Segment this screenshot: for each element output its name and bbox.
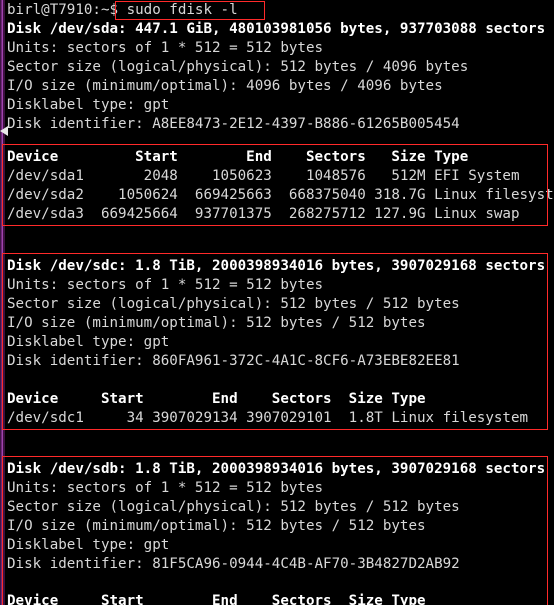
sdb-identifier: Disk identifier: 81F5CA96-0944-4C4B-AF70… bbox=[7, 556, 460, 572]
sdc-disk-header: Disk /dev/sdc: 1.8 TiB, 2000398934016 by… bbox=[7, 258, 546, 274]
sdb-io-size: I/O size (minimum/optimal): 512 bytes / … bbox=[7, 518, 426, 534]
sda-identifier: Disk identifier: A8EE8473-2E12-4397-B886… bbox=[7, 116, 460, 132]
sdc-io-size: I/O size (minimum/optimal): 512 bytes / … bbox=[7, 315, 426, 331]
sdc-disklabel: Disklabel type: gpt bbox=[7, 334, 170, 350]
command-text bbox=[118, 2, 127, 18]
sda-sector-size: Sector size (logical/physical): 512 byte… bbox=[7, 59, 469, 75]
sda-disk-header: Disk /dev/sda: 447.1 GiB, 480103981056 b… bbox=[7, 21, 546, 37]
sda-units: Units: sectors of 1 * 512 = 512 bytes bbox=[7, 40, 324, 56]
window-left-edge-inner bbox=[3, 0, 5, 605]
sdc-sector-size: Sector size (logical/physical): 512 byte… bbox=[7, 296, 460, 312]
sdb-disk-header: Disk /dev/sdb: 1.8 TiB, 2000398934016 by… bbox=[7, 461, 546, 477]
terminal-output-area[interactable]: birl@T7910:~$ sudo fdisk -l Disk /dev/sd… bbox=[0, 0, 554, 605]
sdb-table-header: Device Start End Sectors Size Type bbox=[7, 593, 426, 605]
mouse-cursor-icon bbox=[0, 126, 8, 136]
table-row: /dev/sda2 1050624 669425663 668375040 31… bbox=[7, 187, 554, 203]
shell-prompt: birl@T7910:~$ bbox=[7, 2, 119, 18]
sdb-units: Units: sectors of 1 * 512 = 512 bytes bbox=[7, 480, 324, 496]
table-row: /dev/sda1 2048 1050623 1048576 512M EFI … bbox=[7, 168, 520, 184]
table-row: /dev/sdc1 34 3907029134 3907029101 1.8T … bbox=[7, 410, 529, 426]
sdc-table-header: Device Start End Sectors Size Type bbox=[7, 391, 426, 407]
terminal-window[interactable]: birl@T7910:~$ sudo fdisk -l Disk /dev/sd… bbox=[0, 0, 554, 605]
sda-disklabel: Disklabel type: gpt bbox=[7, 97, 170, 113]
table-row: /dev/sda3 669425664 937701375 268275712 … bbox=[7, 206, 520, 222]
sda-io-size: I/O size (minimum/optimal): 4096 bytes /… bbox=[7, 78, 443, 94]
command-input[interactable]: sudo fdisk -l bbox=[127, 2, 238, 18]
sdb-disklabel: Disklabel type: gpt bbox=[7, 537, 170, 553]
prompt-line: birl@T7910:~$ sudo fdisk -l bbox=[7, 1, 238, 20]
sdc-identifier: Disk identifier: 860FA961-372C-4A1C-8CF6… bbox=[7, 353, 460, 369]
sdb-sector-size: Sector size (logical/physical): 512 byte… bbox=[7, 499, 460, 515]
sdc-units: Units: sectors of 1 * 512 = 512 bytes bbox=[7, 277, 324, 293]
sda-table-header: Device Start End Sectors Size Type bbox=[7, 149, 469, 165]
